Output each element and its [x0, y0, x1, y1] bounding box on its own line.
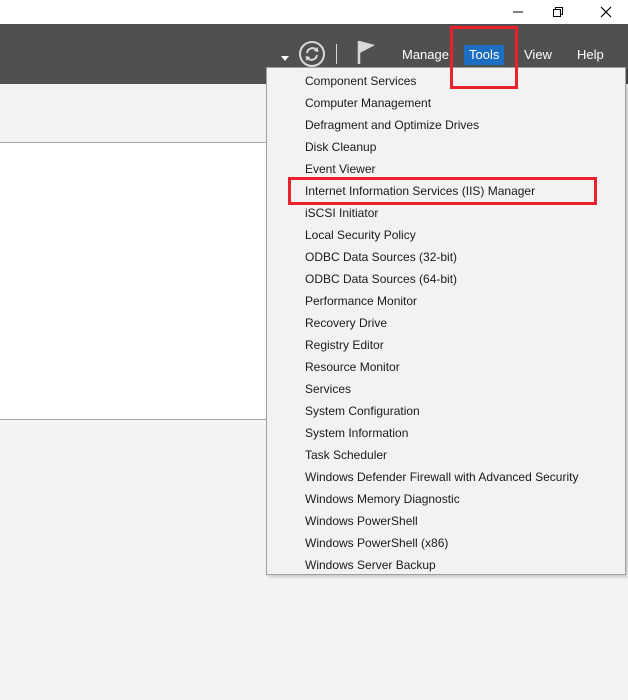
menu-view[interactable]: View: [519, 45, 557, 65]
menu-item-registry-editor[interactable]: Registry Editor: [267, 334, 625, 356]
content-panel: [0, 143, 268, 419]
menu-item-odbc-data-sources-32-bit[interactable]: ODBC Data Sources (32-bit): [267, 246, 625, 268]
minimize-icon: [513, 11, 523, 13]
menu-item-local-security-policy[interactable]: Local Security Policy: [267, 224, 625, 246]
menu-item-performance-monitor[interactable]: Performance Monitor: [267, 290, 625, 312]
menu-item-windows-powershell-x86[interactable]: Windows PowerShell (x86): [267, 532, 625, 554]
dropdown-arrow-icon[interactable]: [280, 50, 290, 68]
menu-item-component-services[interactable]: Component Services: [267, 70, 625, 92]
menu-item-computer-management[interactable]: Computer Management: [267, 92, 625, 114]
menu-item-iscsi-initiator[interactable]: iSCSI Initiator: [267, 202, 625, 224]
menu-item-windows-memory-diagnostic[interactable]: Windows Memory Diagnostic: [267, 488, 625, 510]
tools-menu-list: Component Services Computer Management Def…: [267, 68, 625, 576]
close-button[interactable]: [584, 0, 628, 24]
close-icon: [600, 6, 612, 18]
menu-item-windows-defender-firewall-with-advanced-security[interactable]: Windows Defender Firewall with Advanced …: [267, 466, 625, 488]
menu-item-internet-information-services-iis-manager[interactable]: Internet Information Services (IIS) Mana…: [267, 180, 625, 202]
menu-item-disk-cleanup[interactable]: Disk Cleanup: [267, 136, 625, 158]
restore-icon: [553, 7, 563, 17]
title-bar: [0, 0, 628, 24]
menu-tools[interactable]: Tools: [464, 45, 505, 65]
toolbar-separator: [336, 44, 337, 64]
divider: [0, 419, 268, 420]
menu-item-recovery-drive[interactable]: Recovery Drive: [267, 312, 625, 334]
menu-item-windows-powershell[interactable]: Windows PowerShell: [267, 510, 625, 532]
tools-dropdown-menu: Component Services Computer Management Def…: [266, 67, 626, 575]
menu-help[interactable]: Help: [572, 45, 609, 65]
menu-item-system-information[interactable]: System Information: [267, 422, 625, 444]
menu-item-services[interactable]: Services: [267, 378, 625, 400]
maximize-button[interactable]: [536, 0, 580, 24]
menu-item-windows-server-backup[interactable]: Windows Server Backup: [267, 554, 625, 576]
menu-item-system-configuration[interactable]: System Configuration: [267, 400, 625, 422]
menu-item-task-scheduler[interactable]: Task Scheduler: [267, 444, 625, 466]
menu-item-event-viewer[interactable]: Event Viewer: [267, 158, 625, 180]
menu-item-defragment-and-optimize-drives[interactable]: Defragment and Optimize Drives: [267, 114, 625, 136]
menu-item-odbc-data-sources-64-bit[interactable]: ODBC Data Sources (64-bit): [267, 268, 625, 290]
menu-manage[interactable]: Manage: [397, 45, 454, 65]
menu-item-resource-monitor[interactable]: Resource Monitor: [267, 356, 625, 378]
minimize-button[interactable]: [496, 0, 540, 24]
flag-icon[interactable]: [356, 39, 378, 70]
